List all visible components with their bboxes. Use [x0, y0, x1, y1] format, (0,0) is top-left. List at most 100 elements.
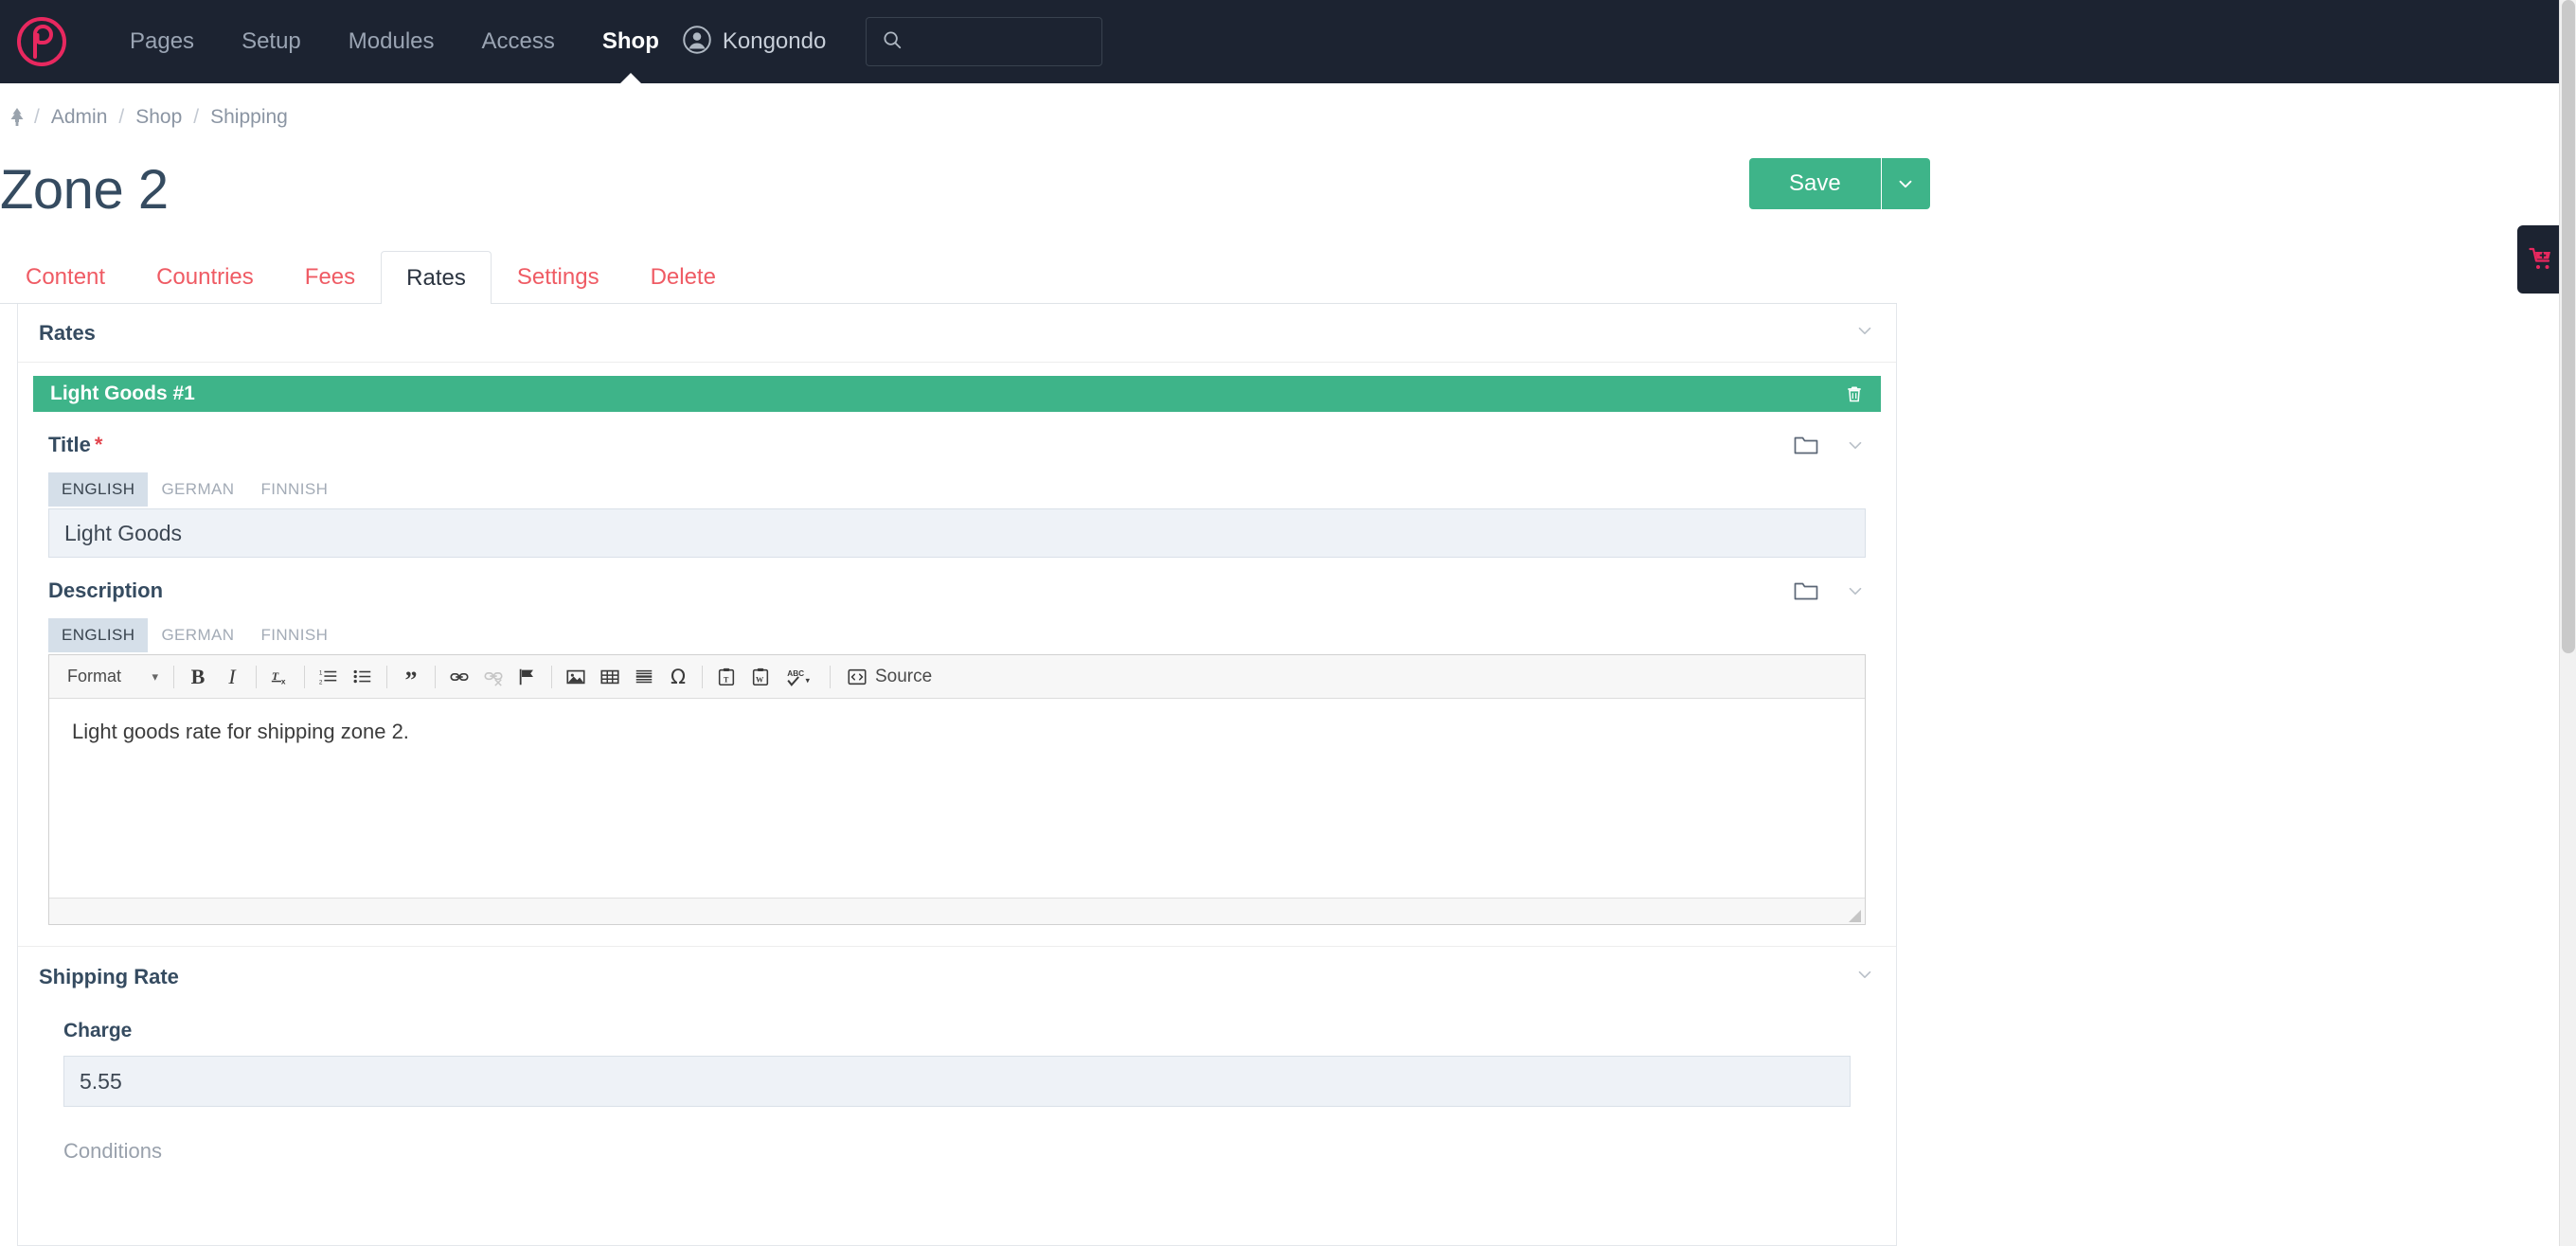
svg-text:T: T [272, 668, 279, 682]
title-lang-tab-finnish[interactable]: FINNISH [247, 472, 341, 507]
description-field: Description ENGLISH GERMAN FINNISH Forma… [18, 558, 1896, 925]
nav-item-pages[interactable]: Pages [106, 0, 218, 83]
tab-fees[interactable]: Fees [279, 250, 381, 303]
svg-text:W: W [756, 675, 764, 684]
shipping-rate-section-toggle[interactable] [1854, 964, 1875, 989]
title-lang-tab-german[interactable]: GERMAN [148, 472, 247, 507]
rate-item-header[interactable]: Light Goods #1 [33, 376, 1881, 412]
rates-section-title: Rates [39, 320, 96, 345]
description-lang-tab-finnish[interactable]: FINNISH [247, 618, 341, 652]
search-box[interactable] [866, 17, 1103, 66]
cart-plus-icon [2529, 247, 2550, 269]
blockquote-icon[interactable]: ” [394, 661, 428, 693]
tab-settings[interactable]: Settings [492, 250, 625, 303]
svg-text:ABC: ABC [787, 669, 804, 678]
bulleted-list-icon[interactable] [346, 661, 380, 693]
caret-down-icon: ▾ [152, 668, 158, 684]
toolbar-separator [304, 665, 305, 688]
toolbar-separator [435, 665, 436, 688]
source-code-icon [848, 668, 867, 685]
title-field: Title * ENGLISH GERMAN FINNISH Light Goo… [18, 412, 1896, 558]
breadcrumb-item-shop[interactable]: Shop [124, 106, 193, 129]
svg-text:2: 2 [319, 679, 323, 685]
numbered-list-icon[interactable]: 1 2 [312, 661, 346, 693]
page-scrollbar[interactable] [2559, 0, 2576, 1246]
save-button[interactable]: Save [1749, 158, 1881, 209]
svg-text:x: x [281, 677, 286, 685]
tab-countries[interactable]: Countries [131, 250, 279, 303]
title-input[interactable] [48, 508, 1866, 558]
toolbar-separator [830, 665, 831, 688]
folder-icon[interactable] [1794, 580, 1818, 601]
toolbar-separator [551, 665, 552, 688]
chevron-down-icon [1849, 587, 1862, 596]
charge-input[interactable] [63, 1056, 1851, 1107]
description-language-tabs: ENGLISH GERMAN FINNISH [48, 618, 1881, 652]
spell-check-icon[interactable]: ABC ▾ [778, 661, 823, 693]
tab-delete[interactable]: Delete [625, 250, 742, 303]
description-lang-tab-german[interactable]: GERMAN [148, 618, 247, 652]
title-field-actions [1794, 435, 1866, 455]
page-title: Zone 2 [0, 159, 169, 221]
search-icon [882, 29, 903, 55]
unlink-icon[interactable] [476, 661, 510, 693]
bold-icon[interactable]: B [181, 661, 215, 693]
description-lang-tab-english[interactable]: ENGLISH [48, 618, 149, 652]
user-menu[interactable]: Kongondo [683, 25, 826, 59]
title-lang-tab-english[interactable]: ENGLISH [48, 472, 149, 507]
link-icon[interactable] [442, 661, 476, 693]
search-input[interactable] [914, 30, 1087, 53]
shipping-rate-section-title: Shipping Rate [39, 964, 179, 988]
tab-rates[interactable]: Rates [381, 251, 492, 304]
save-button-group: Save [1749, 158, 1930, 209]
title-field-label: Title * [48, 433, 103, 456]
nav-item-setup[interactable]: Setup [218, 0, 325, 83]
folder-icon[interactable] [1794, 435, 1818, 455]
source-button[interactable]: Source [837, 661, 941, 693]
breadcrumb-item-admin[interactable]: Admin [40, 106, 119, 129]
nav-item-shop[interactable]: Shop [579, 0, 683, 83]
title-field-toggle[interactable] [1845, 435, 1866, 455]
toolbar-separator [702, 665, 703, 688]
charge-field: Charge Conditions [18, 1020, 1896, 1164]
rates-section-header[interactable]: Rates [18, 304, 1896, 363]
remove-format-icon[interactable]: T x [263, 661, 297, 693]
nav-item-access[interactable]: Access [458, 0, 579, 83]
description-field-toggle[interactable] [1845, 580, 1866, 601]
toolbar-separator [386, 665, 387, 688]
tree-home-icon[interactable] [8, 107, 34, 128]
masthead-right: Kongondo [683, 17, 2568, 66]
editor-content-area[interactable]: Light goods rate for shipping zone 2. [49, 699, 1865, 898]
editor-toolbar: Format ▾ B I T x 1 2 ” Ω T W ABC ▾ Sourc… [49, 655, 1865, 699]
rate-delete-button[interactable] [1845, 383, 1864, 404]
paste-as-text-icon[interactable]: T [709, 661, 743, 693]
user-circle-icon [683, 25, 711, 59]
table-icon[interactable] [593, 661, 627, 693]
tab-content[interactable]: Content [0, 250, 131, 303]
masthead: Pages Setup Modules Access Shop Kongondo [0, 0, 2559, 83]
chevron-down-icon [1849, 441, 1862, 450]
toolbar-separator [256, 665, 257, 688]
image-icon[interactable] [559, 661, 593, 693]
scrollbar-thumb[interactable] [2562, 0, 2575, 653]
format-dropdown-label: Format [67, 667, 122, 685]
special-character-icon[interactable]: Ω [661, 661, 695, 693]
anchor-flag-icon[interactable] [510, 661, 545, 693]
save-dropdown-toggle[interactable] [1880, 158, 1930, 209]
shipping-rate-section-header[interactable]: Shipping Rate [18, 946, 1896, 1006]
chevron-down-icon [1858, 970, 1871, 979]
paste-from-word-icon[interactable]: W [743, 661, 778, 693]
rates-section-toggle[interactable] [1854, 320, 1875, 346]
nav-item-modules[interactable]: Modules [325, 0, 458, 83]
processwire-logo-icon[interactable] [0, 0, 83, 83]
format-dropdown[interactable]: Format ▾ [55, 661, 167, 693]
conditions-label: Conditions [63, 1139, 162, 1163]
italic-icon[interactable]: I [215, 661, 249, 693]
svg-text:▾: ▾ [806, 675, 811, 685]
main-navigation: Pages Setup Modules Access Shop [106, 0, 683, 83]
horizontal-rule-icon[interactable] [627, 661, 661, 693]
trash-icon [1848, 386, 1861, 402]
title-language-tabs: ENGLISH GERMAN FINNISH [48, 472, 1881, 507]
breadcrumb-item-shipping[interactable]: Shipping [199, 106, 299, 129]
editor-resize-handle[interactable] [1849, 910, 1861, 922]
